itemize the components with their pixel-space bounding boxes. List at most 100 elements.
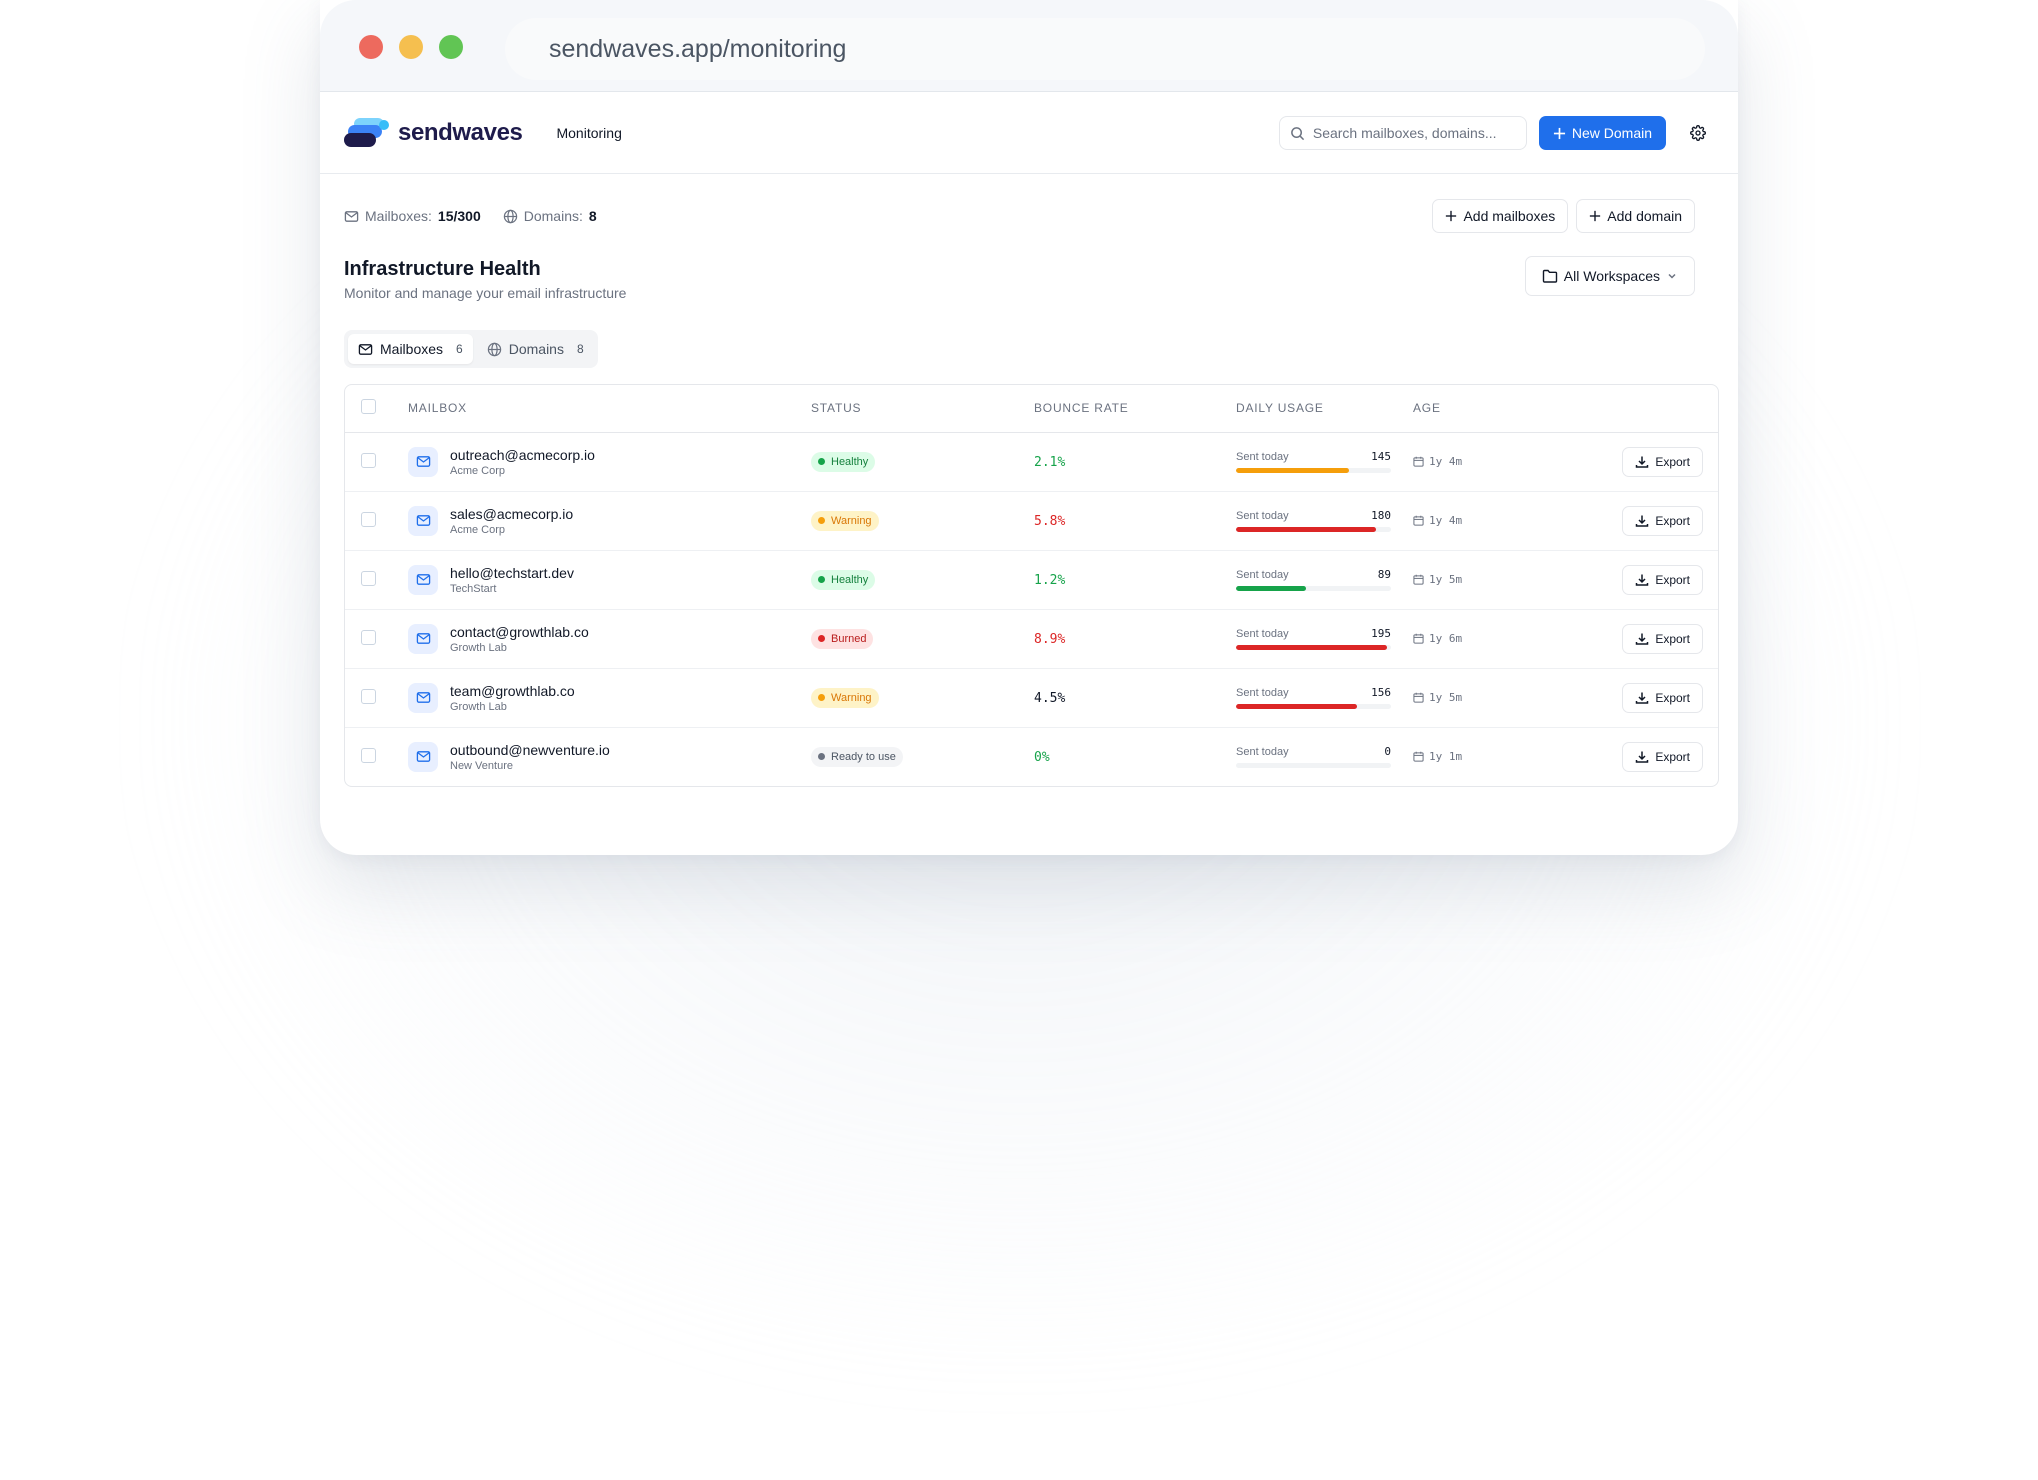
- mailbox-organization: Acme Corp: [450, 523, 506, 536]
- tab-domains[interactable]: Domains 8: [477, 334, 594, 364]
- mailboxes-stat: Mailboxes: 15/300: [344, 208, 481, 224]
- tab-mailboxes-count: 6: [456, 342, 463, 356]
- domains-stat-label: Domains:: [523, 208, 583, 224]
- age-value: 1y 4m: [1429, 455, 1463, 468]
- workspace-select[interactable]: All Workspaces: [1524, 256, 1695, 296]
- settings-button[interactable]: [1688, 123, 1708, 143]
- column-header-status[interactable]: STATUS: [811, 385, 1034, 433]
- column-header-daily-usage[interactable]: DAILY USAGE: [1236, 385, 1413, 433]
- usage-bar-fill: [1236, 468, 1350, 473]
- mailbox-email[interactable]: hello@techstart.dev: [450, 565, 574, 581]
- close-window-button[interactable]: [359, 35, 383, 59]
- search-box[interactable]: [1278, 116, 1527, 150]
- plus-icon: [1553, 127, 1565, 139]
- status-badge: Warning: [811, 687, 879, 708]
- export-label: Export: [1655, 690, 1690, 705]
- mailbox-age: 1y 5m: [1413, 573, 1593, 586]
- export-button[interactable]: Export: [1622, 505, 1703, 536]
- row-checkbox[interactable]: [361, 688, 376, 704]
- daily-usage: Sent today 89: [1236, 568, 1391, 591]
- column-header-bounce-rate[interactable]: BOUNCE RATE: [1034, 385, 1236, 433]
- mailbox-email[interactable]: team@growthlab.co: [450, 683, 575, 699]
- calendar-icon: [1413, 633, 1424, 644]
- new-domain-label: New Domain: [1571, 125, 1652, 141]
- status-label: Healthy: [831, 573, 869, 586]
- search-icon: [1290, 126, 1304, 140]
- export-button[interactable]: Export: [1622, 564, 1703, 595]
- usage-bar: [1236, 763, 1391, 769]
- row-checkbox[interactable]: [361, 629, 376, 645]
- search-input[interactable]: [1312, 125, 1513, 141]
- calendar-icon: [1413, 456, 1424, 467]
- main-content: Mailboxes: 15/300 Domains: 8 Add mailbox…: [320, 174, 1738, 787]
- daily-usage: Sent today 156: [1236, 686, 1391, 709]
- calendar-icon: [1413, 574, 1424, 585]
- mailbox-email[interactable]: contact@growthlab.co: [450, 624, 589, 640]
- column-header-mailbox[interactable]: MAILBOX: [408, 385, 811, 433]
- mailbox-email[interactable]: outreach@acmecorp.io: [450, 447, 595, 463]
- mailbox-age: 1y 6m: [1413, 632, 1593, 645]
- sent-today-count: 195: [1371, 627, 1391, 640]
- column-header-age[interactable]: AGE: [1413, 385, 1593, 433]
- address-bar[interactable]: sendwaves.app/monitoring: [505, 18, 1705, 80]
- mailbox-organization: Acme Corp: [450, 464, 506, 477]
- sendwaves-logo-icon: [344, 117, 389, 147]
- new-domain-button[interactable]: New Domain: [1538, 116, 1666, 150]
- export-button[interactable]: Export: [1622, 446, 1703, 477]
- usage-label: Sent today: [1236, 746, 1289, 759]
- export-button[interactable]: Export: [1622, 741, 1703, 772]
- plus-icon: [1590, 210, 1601, 222]
- tab-domains-count: 8: [576, 342, 584, 356]
- mail-icon: [416, 751, 430, 763]
- logo[interactable]: sendwaves: [344, 116, 523, 150]
- minimize-window-button[interactable]: [399, 35, 423, 59]
- row-checkbox[interactable]: [361, 747, 376, 763]
- tab-domains-label: Domains: [508, 341, 564, 357]
- age-value: 1y 4m: [1429, 514, 1463, 527]
- tab-mailboxes[interactable]: Mailboxes 6: [348, 334, 473, 364]
- stats-row: Mailboxes: 15/300 Domains: 8 Add mailbox…: [344, 174, 1714, 258]
- table-row[interactable]: contact@growthlab.co Growth Lab Burned 8…: [345, 609, 1718, 669]
- logo-text: sendwaves: [398, 118, 523, 146]
- bounce-rate: 2.1%: [1034, 455, 1066, 470]
- mail-icon: [344, 210, 359, 222]
- table-row[interactable]: hello@techstart.dev TechStart Healthy 1.…: [345, 550, 1718, 610]
- folder-icon: [1542, 269, 1557, 283]
- usage-bar: [1236, 468, 1391, 473]
- table-row[interactable]: outbound@newventure.io New Venture Ready…: [345, 727, 1718, 786]
- status-badge: Ready to use: [811, 746, 903, 767]
- select-all-checkbox[interactable]: [361, 399, 376, 415]
- row-checkbox[interactable]: [361, 511, 376, 527]
- status-label: Warning: [831, 691, 872, 704]
- daily-usage: Sent today 145: [1236, 450, 1391, 473]
- table-row[interactable]: outreach@acmecorp.io Acme Corp Healthy 2…: [345, 432, 1718, 492]
- nav-monitoring[interactable]: Monitoring: [556, 125, 621, 141]
- mail-icon: [416, 574, 430, 585]
- app-header: sendwaves Monitoring New Domain: [320, 92, 1738, 174]
- export-button[interactable]: Export: [1622, 623, 1703, 654]
- mailbox-organization: New Venture: [450, 759, 513, 772]
- row-checkbox[interactable]: [361, 570, 376, 586]
- bounce-rate: 0%: [1034, 750, 1050, 766]
- usage-bar: [1236, 527, 1391, 532]
- add-domain-button[interactable]: Add domain: [1576, 199, 1695, 233]
- mailbox-age: 1y 4m: [1413, 455, 1593, 468]
- domains-stat: Domains: 8: [503, 208, 597, 224]
- tab-mailboxes-label: Mailboxes: [380, 341, 444, 357]
- mailbox-avatar: [408, 741, 438, 772]
- mailbox-avatar: [408, 505, 438, 536]
- status-badge: Warning: [811, 510, 879, 531]
- mailbox-email[interactable]: sales@acmecorp.io: [450, 506, 573, 522]
- usage-bar: [1236, 586, 1391, 591]
- mailbox-email[interactable]: outbound@newventure.io: [450, 742, 610, 758]
- export-button[interactable]: Export: [1622, 682, 1703, 713]
- row-checkbox[interactable]: [361, 452, 376, 468]
- bounce-rate: 8.9%: [1034, 632, 1066, 647]
- add-mailboxes-button[interactable]: Add mailboxes: [1432, 199, 1569, 233]
- add-domain-label: Add domain: [1607, 208, 1682, 224]
- table-row[interactable]: team@growthlab.co Growth Lab Warning 4.5…: [345, 668, 1718, 728]
- table-row[interactable]: sales@acmecorp.io Acme Corp Warning 5.8%…: [345, 491, 1718, 551]
- status-dot: [818, 694, 825, 701]
- maximize-window-button[interactable]: [439, 35, 463, 59]
- export-label: Export: [1655, 454, 1690, 469]
